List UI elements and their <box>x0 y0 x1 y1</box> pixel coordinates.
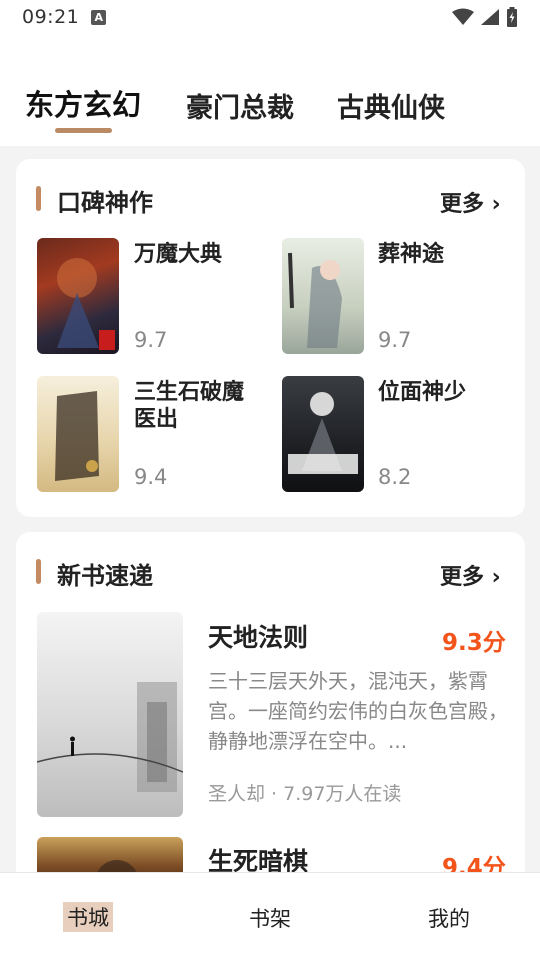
book-score: 9.7 <box>378 328 412 352</box>
nav-profile[interactable]: 我的 <box>428 903 470 933</box>
new-books-section-card: 新书速递 更多 › 天地法则 9.3分 三十三层天外天，混沌天，紫霄宫。一座简约… <box>16 532 525 897</box>
book-meta: 圣人却 · 7.97万人在读 <box>208 783 402 805</box>
book-score: 9.7 <box>134 328 168 352</box>
tab-classic-xianxia[interactable]: 古典仙侠 <box>337 86 445 125</box>
book-description: 三十三层天外天，混沌天，紫霄宫。一座简约宏伟的白灰色宫殿，静静地漂浮在空中。..… <box>208 669 508 753</box>
active-tab-indicator <box>55 128 112 133</box>
battery-icon <box>507 7 517 27</box>
book-cover[interactable] <box>37 612 183 817</box>
section-title-new: 新书速递 <box>57 562 153 590</box>
book-cover[interactable] <box>282 238 364 354</box>
bottom-navigation: 书城 书架 我的 <box>0 872 540 960</box>
more-button-praise[interactable]: 更多 › <box>440 186 501 218</box>
section-title-praise: 口碑神作 <box>57 189 153 217</box>
book-cover[interactable] <box>37 376 119 492</box>
tab-ceo-romance[interactable]: 豪门总裁 <box>186 86 294 125</box>
cover-art <box>288 392 358 474</box>
book-score: 8.2 <box>378 465 412 489</box>
cover-art <box>37 682 183 792</box>
cover-art <box>288 252 342 348</box>
book-title[interactable]: 葬神途 <box>378 241 508 268</box>
book-title[interactable]: 位面神少 <box>378 379 508 406</box>
cover-art <box>57 258 115 350</box>
tab-eastern-fantasy[interactable]: 东方玄幻 <box>25 82 141 124</box>
status-time: 09:21 <box>22 6 80 28</box>
wifi-icon <box>452 8 474 25</box>
book-title[interactable]: 万魔大典 <box>134 241 264 268</box>
section-accent-bar <box>36 559 41 584</box>
book-cover[interactable] <box>37 238 119 354</box>
praise-section-card: 口碑神作 更多 › 万魔大典 9.7 葬神途 9.7 三生石破魔医出 9.4 位… <box>16 159 525 517</box>
section-accent-bar <box>36 186 41 211</box>
book-title[interactable]: 天地法则 <box>208 618 308 654</box>
status-icons <box>452 7 518 27</box>
more-button-new[interactable]: 更多 › <box>440 559 501 591</box>
cover-art <box>55 391 99 481</box>
category-tabbar: 东方玄幻 豪门总裁 古典仙侠 <box>0 34 540 146</box>
book-title[interactable]: 三生石破魔医出 <box>134 379 264 433</box>
status-bar: 09:21 A <box>0 0 540 34</box>
book-score: 9.3分 <box>442 630 506 656</box>
signal-icon <box>481 9 499 25</box>
nav-bookshelf[interactable]: 书架 <box>249 903 291 933</box>
nav-bookstore[interactable]: 书城 <box>63 902 113 932</box>
accessibility-icon: A <box>91 9 107 25</box>
book-cover[interactable] <box>282 376 364 492</box>
status-left: 09:21 A <box>22 6 107 28</box>
book-score: 9.4 <box>134 465 168 489</box>
